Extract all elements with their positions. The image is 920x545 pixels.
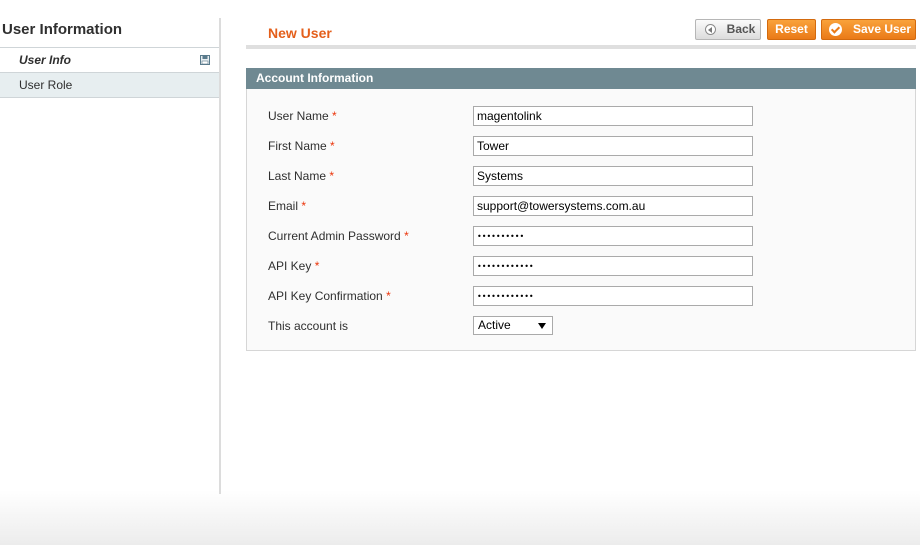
floppy-disk-icon [200,55,210,65]
select-value: Active [478,318,511,332]
account-information-fieldset: User Name * First Name * Last Name * Ema… [246,89,916,351]
email-input[interactable] [473,196,753,216]
sidebar-title: User Information [0,18,219,48]
required-mark: * [329,169,335,183]
form-row-firstname: First Name * [268,136,888,156]
field-label: Email * [268,199,307,213]
page-footer-fade [0,490,920,545]
content-header: New User Back Reset Save User [246,18,916,49]
form-row-lastname: Last Name * [268,166,888,186]
back-button-label: Back [726,22,756,36]
required-mark: * [330,139,335,153]
api-key-confirmation-input[interactable] [473,286,753,306]
form-row-status: This account is Active [268,316,888,336]
last-name-input[interactable] [473,166,753,186]
required-mark: * [301,199,307,213]
field-label: User Name * [268,109,337,123]
field-label: This account is [268,319,349,333]
sidebar-item-label: User Role [19,78,73,92]
field-label: Current Admin Password * [268,229,409,243]
section-header: Account Information [246,68,916,89]
field-label: API Key Confirmation * [268,289,391,303]
form-row-email: Email * [268,196,888,216]
required-mark: * [314,259,320,273]
save-button-label: Save User [852,22,912,36]
username-input[interactable] [473,106,753,126]
arrow-left-circle-icon [705,24,716,35]
form-row-username: User Name * [268,106,888,126]
first-name-input[interactable] [473,136,753,156]
field-label: Last Name * [268,169,335,183]
account-status-select[interactable]: Active [473,316,553,335]
field-label: API Key * [268,259,320,273]
field-label: First Name * [268,139,335,153]
form-row-api-key-confirm: API Key Confirmation * [268,286,888,306]
required-mark: * [404,229,409,243]
save-user-button[interactable]: Save User [821,19,916,40]
sidebar-item-user-role[interactable]: User Role [0,73,219,98]
required-mark: * [332,109,337,123]
page-title: New User [268,25,332,41]
required-mark: * [386,289,391,303]
reset-button[interactable]: Reset [767,19,816,40]
triangle-down-icon [538,323,546,329]
api-key-input[interactable] [473,256,753,276]
back-button[interactable]: Back [695,19,761,40]
checkmark-circle-icon [829,23,842,36]
sidebar-item-user-info[interactable]: User Info [0,48,219,73]
form-row-current-password: Current Admin Password * [268,226,888,246]
reset-button-label: Reset [775,22,808,36]
sidebar: User Information User Info User Role [0,18,221,494]
current-admin-password-input[interactable] [473,226,753,246]
form-row-api-key: API Key * [268,256,888,276]
sidebar-item-label: User Info [19,53,72,67]
